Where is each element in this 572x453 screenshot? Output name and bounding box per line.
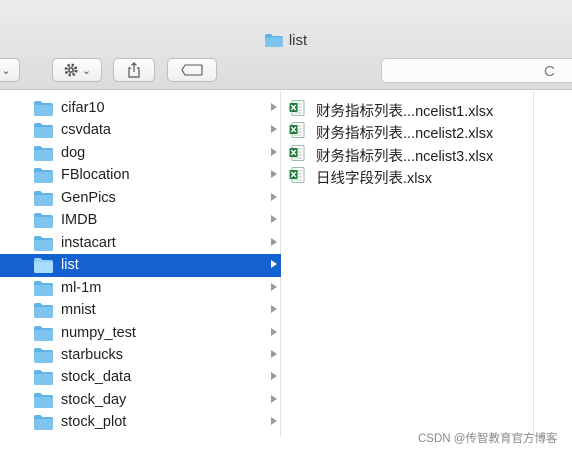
folder-icon <box>34 347 53 363</box>
window-title: list <box>0 30 572 50</box>
watermark-text: CSDN @传智教育官方博客 <box>418 433 558 445</box>
folder-label: list <box>61 257 79 274</box>
tags-button[interactable] <box>167 58 217 82</box>
folder-column: cifar10 csvdata dog FBlocation GenPics I… <box>0 91 281 436</box>
folder-label: FBlocation <box>61 167 130 184</box>
folder-row[interactable]: dog <box>0 142 281 165</box>
disclosure-arrow-icon <box>271 147 277 156</box>
disclosure-arrow-icon <box>271 282 277 291</box>
disclosure-arrow-icon <box>271 305 277 314</box>
share-icon <box>128 62 140 78</box>
folder-row[interactable]: instacart <box>0 232 281 255</box>
window-title-label: list <box>288 31 308 49</box>
chevron-down-icon: ⌄ <box>1 64 11 77</box>
folder-icon <box>34 123 53 139</box>
folder-row[interactable]: ml-1m <box>0 277 281 300</box>
folder-icon <box>34 392 53 408</box>
folder-label: stock_data <box>61 369 132 386</box>
disclosure-arrow-icon <box>271 372 277 381</box>
share-button[interactable] <box>113 58 155 82</box>
folder-row[interactable]: FBlocation <box>0 164 281 187</box>
folder-label: cifar10 <box>61 100 105 116</box>
folder-label: instacart <box>61 234 116 251</box>
folder-label: IMDB <box>61 212 98 229</box>
folder-icon <box>34 370 53 386</box>
folder-row[interactable]: IMDB <box>0 209 281 232</box>
folder-label: csvdata <box>61 122 111 139</box>
folder-icon <box>34 168 53 184</box>
folder-icon <box>34 303 53 319</box>
folder-icon <box>264 33 283 47</box>
folder-icon <box>34 145 53 161</box>
file-row[interactable]: 日线字段列表.xlsx <box>282 164 534 187</box>
folder-row[interactable]: stock_plot <box>0 411 281 434</box>
file-row[interactable]: 财务指标列表...ncelist2.xlsx <box>282 119 534 142</box>
file-column: 财务指标列表...ncelist1.xlsx 财务指标列表...ncelist2… <box>282 91 534 436</box>
disclosure-arrow-icon <box>271 260 277 269</box>
file-label: 日线字段列表.xlsx <box>316 171 432 188</box>
folder-icon <box>34 258 53 274</box>
disclosure-arrow-icon <box>271 125 277 134</box>
excel-file-icon <box>289 100 305 116</box>
gear-icon <box>64 63 78 77</box>
excel-file-icon <box>289 144 305 161</box>
folder-label: numpy_test <box>61 324 136 341</box>
folder-label: mnist <box>61 302 96 319</box>
folder-label: dog <box>61 144 86 161</box>
folder-label: stock_day <box>61 391 127 408</box>
folder-icon <box>34 101 53 116</box>
file-label: 财务指标列表...ncelist3.xlsx <box>316 148 494 165</box>
disclosure-arrow-icon <box>271 170 277 179</box>
disclosure-arrow-icon <box>271 215 277 224</box>
search-input[interactable]: C <box>381 58 572 83</box>
folder-row[interactable]: starbucks <box>0 344 281 367</box>
view-options-button[interactable]: ⌄ <box>0 58 20 82</box>
folder-icon <box>34 190 53 206</box>
folder-row[interactable]: numpy_test <box>0 322 281 345</box>
folder-label: ml-1m <box>61 279 102 296</box>
file-label: 财务指标列表...ncelist1.xlsx <box>316 104 494 120</box>
folder-row[interactable]: stock_day <box>0 389 281 412</box>
folder-label: GenPics <box>61 189 116 206</box>
disclosure-arrow-icon <box>271 417 277 426</box>
chevron-down-icon: ⌄ <box>81 64 92 77</box>
folder-row[interactable]: stock_data <box>0 366 281 389</box>
excel-file-icon <box>289 167 305 184</box>
folder-icon <box>34 280 53 296</box>
excel-file-icon <box>289 122 305 139</box>
tag-icon <box>181 64 203 76</box>
disclosure-arrow-icon <box>271 192 277 201</box>
folder-icon <box>34 213 53 229</box>
folder-icon <box>34 415 53 431</box>
search-partial-text: C <box>544 63 555 80</box>
folder-icon <box>34 235 53 251</box>
disclosure-arrow-icon <box>271 103 277 111</box>
folder-row[interactable]: mnist <box>0 299 281 322</box>
folder-row[interactable]: list <box>0 254 281 277</box>
folder-icon <box>34 325 53 341</box>
folder-label: stock_plot <box>61 414 127 431</box>
folder-row[interactable]: GenPics <box>0 187 281 210</box>
disclosure-arrow-icon <box>271 394 277 403</box>
folder-row[interactable]: csvdata <box>0 119 281 142</box>
disclosure-arrow-icon <box>271 327 277 336</box>
action-menu-button[interactable]: ⌄ <box>52 58 102 82</box>
folder-label: starbucks <box>61 346 124 363</box>
disclosure-arrow-icon <box>271 237 277 246</box>
finder-toolbar: list ⌄ ⌄ C <box>0 0 572 90</box>
disclosure-arrow-icon <box>271 349 277 358</box>
file-row[interactable]: 财务指标列表...ncelist3.xlsx <box>282 142 534 165</box>
folder-row[interactable]: cifar10 <box>0 97 281 120</box>
file-row[interactable]: 财务指标列表...ncelist1.xlsx <box>282 97 534 120</box>
file-label: 财务指标列表...ncelist2.xlsx <box>316 126 494 143</box>
